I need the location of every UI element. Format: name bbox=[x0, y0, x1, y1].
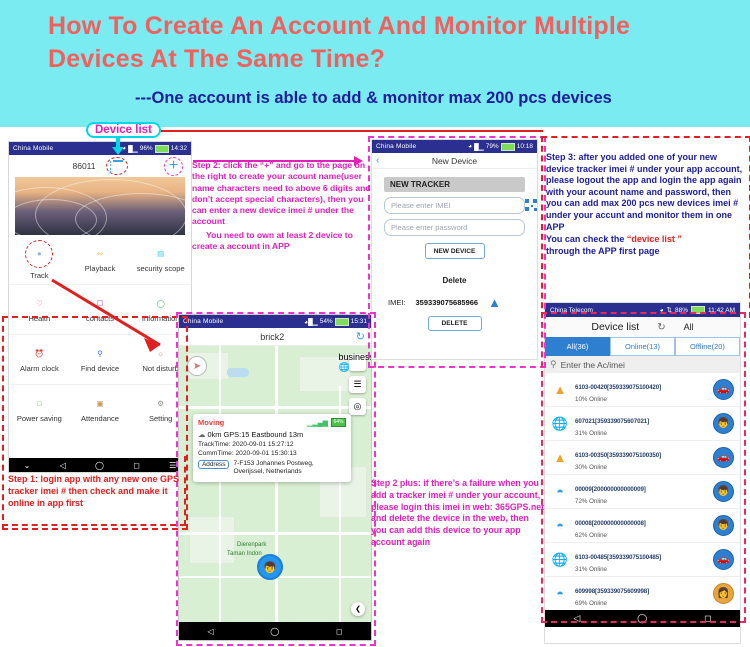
step3-tail-post: through the APP first page bbox=[546, 245, 660, 256]
clock-label: 14:32 bbox=[170, 145, 187, 152]
step2-extra-text: You need to own at least 2 device to cre… bbox=[192, 229, 353, 252]
pointer-line bbox=[148, 130, 543, 132]
home-toolbar: 86011 + bbox=[9, 155, 191, 177]
carrier-label: China Mobile bbox=[13, 145, 54, 152]
step2-note: Step 2: click the “+” and go to the page… bbox=[192, 160, 372, 252]
plus-icon[interactable]: + bbox=[169, 158, 178, 174]
step3-text: Step 3: after you added one of your new … bbox=[546, 152, 743, 232]
step3-note: Step 3: after you added one of your new … bbox=[546, 152, 746, 257]
status-bar: China Mobile ◕ █▁ 96% 14:32 bbox=[9, 142, 191, 155]
device-list-frame bbox=[541, 312, 746, 623]
fence-icon: ▤ bbox=[157, 249, 165, 258]
infographic-root: How To Create An Account And Monitor Mul… bbox=[0, 0, 750, 647]
diagonal-arrow bbox=[51, 278, 161, 352]
playback-route-icon: ∾ bbox=[96, 249, 104, 258]
header-banner: How To Create An Account And Monitor Mul… bbox=[0, 0, 750, 127]
battery-percent: 96% bbox=[139, 145, 153, 152]
step3-tail-pre: You can check the bbox=[546, 234, 627, 245]
new-device-frame bbox=[368, 136, 546, 368]
step3-tail-quoted: “device list ” bbox=[626, 234, 682, 245]
map-frame bbox=[176, 312, 376, 646]
signal-icon: █▁ bbox=[128, 145, 138, 153]
step1-note: Step 1: login app with any new one GPS t… bbox=[8, 474, 180, 508]
step2-plus-note: Step 2 plus: if there’s a failure when y… bbox=[371, 478, 545, 547]
device-list-highlight bbox=[105, 157, 128, 175]
step2-text: Step 2: click the “+” and go to the page… bbox=[192, 160, 371, 227]
page-subtitle: ---One account is able to add & monitor … bbox=[135, 89, 612, 107]
add-device-highlight: + bbox=[164, 156, 183, 176]
arrow-head bbox=[112, 147, 124, 155]
device-id-label: 86011 bbox=[72, 161, 96, 171]
status-indicators: ◕ █▁ 96% 14:32 bbox=[122, 144, 187, 153]
device-list-callout: Device list bbox=[86, 122, 161, 138]
battery-icon bbox=[154, 144, 169, 153]
hero-city-image bbox=[15, 177, 185, 235]
location-pin-icon: ● bbox=[37, 249, 42, 258]
page-title: How To Create An Account And Monitor Mul… bbox=[48, 12, 631, 73]
list-icon[interactable] bbox=[109, 160, 124, 173]
